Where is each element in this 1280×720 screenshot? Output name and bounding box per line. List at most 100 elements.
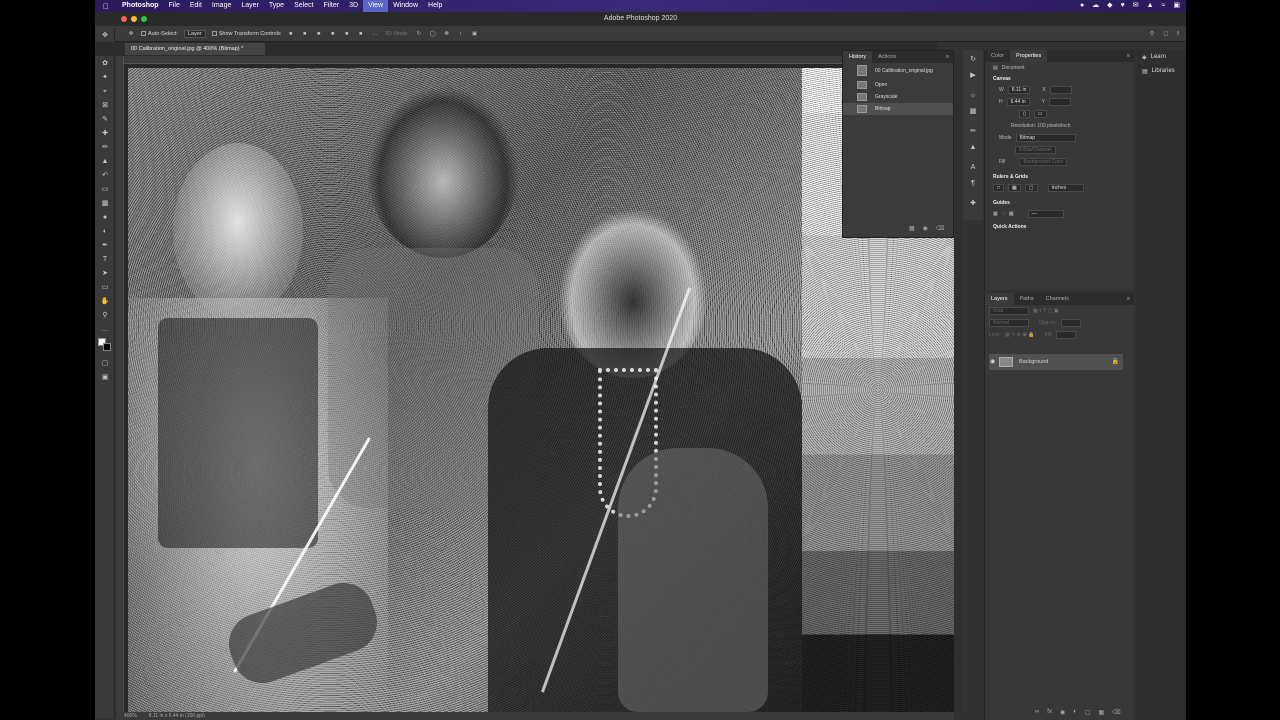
x-field[interactable] [1049,86,1072,94]
crop-tool-icon[interactable]: ⌖ [99,86,111,98]
healing-brush-icon[interactable]: ✚ [99,128,111,140]
y-field[interactable] [1048,98,1071,106]
menu-filter[interactable]: Filter [319,0,345,12]
clone-stamp-icon[interactable]: ▲ [99,156,111,168]
eraser-tool-icon[interactable]: ▭ [99,184,111,196]
bitmap-photo[interactable] [128,68,802,712]
adjustments-icon[interactable]: ☼ [967,90,979,102]
link-layers-icon[interactable]: ∞ [1035,709,1039,716]
zoom-level[interactable]: 400% [124,712,137,720]
trash-icon[interactable]: ⌫ [936,225,944,232]
tab-paths[interactable]: Paths [1014,293,1040,305]
vertical-scrollbar[interactable] [954,56,962,712]
character-icon[interactable]: A [967,162,979,174]
fill-dropdown[interactable]: Background Color [1019,158,1068,166]
actions-panel-icon[interactable]: ▶ [967,70,979,82]
eyedropper-tool-icon[interactable]: ✎ [99,114,111,126]
history-step-open[interactable]: Open [843,79,953,91]
quick-select-tool-icon[interactable]: ✦ [99,72,111,84]
opacity-field[interactable] [1061,319,1082,327]
panel-menu-icon[interactable]: ≡ [1127,53,1134,59]
history-snapshot[interactable]: 00 Calibration_original.jpg [843,63,953,79]
landscape-icon[interactable]: ▭ [1033,110,1047,118]
history-step-bitmap[interactable]: Bitmap [843,103,953,115]
brush-settings-icon[interactable]: ✏ [967,126,979,138]
gradient-tool-icon[interactable]: ▩ [99,198,111,210]
portrait-icon[interactable]: ▯ [1019,110,1030,118]
dodge-tool-icon[interactable]: ◐ [99,226,111,238]
learn-panel-button[interactable]: ◈ Learn [1136,50,1186,64]
move-tool-icon[interactable]: ✥ [99,30,111,42]
align-top-icon[interactable]: ■ [287,31,295,37]
eye-icon[interactable]: ◉ [990,354,995,370]
menu-3d[interactable]: 3D [344,0,363,12]
document-size-info[interactable]: 8.11 in x 6.44 in (100 ppi) [149,712,205,720]
history-panel-icon[interactable]: ↻ [967,54,979,66]
frame-tool-icon[interactable]: ⊠ [99,100,111,112]
dropbox-icon[interactable]: ◆ [1107,0,1112,12]
mail-icon[interactable]: ✉ [1133,0,1139,12]
creative-cloud-icon[interactable]: ☁ [1092,0,1099,12]
zoom-window-button[interactable] [141,16,147,22]
menu-help[interactable]: Help [423,0,447,12]
menu-type[interactable]: Type [264,0,289,12]
wifi-icon[interactable]: ≈ [1162,0,1166,12]
menu-edit[interactable]: Edit [185,0,207,12]
blend-mode-dropdown[interactable]: Normal [989,319,1029,327]
apple-icon[interactable]:  [95,2,117,11]
blur-tool-icon[interactable]: ● [99,212,111,224]
search-icon[interactable]: ⚲ [1148,31,1156,37]
fx-icon[interactable]: fx [1047,709,1052,716]
width-field[interactable]: 8.11 in [1007,86,1031,94]
guide-layout-icon[interactable]: ▩ [1009,208,1014,220]
share-icon[interactable]: ⇧ [1174,31,1182,37]
paragraph-icon[interactable]: ¶ [967,178,979,190]
ruler-icon[interactable]: □ [993,184,1005,192]
background-color-swatch[interactable] [103,343,111,351]
guide-color-dropdown[interactable]: — [1027,210,1064,218]
3d-drag-icon[interactable]: ✥ [443,31,451,37]
brush-tool-icon[interactable]: ✏ [99,142,111,154]
canvas-section[interactable]: Canvas [985,74,1134,84]
guides-icon[interactable]: ▢ [1024,184,1038,192]
vertical-ruler[interactable] [116,56,124,712]
menu-window[interactable]: Window [388,0,423,12]
tab-channels[interactable]: Channels [1040,293,1075,305]
fill-field[interactable] [1056,331,1077,339]
type-tool-icon[interactable]: T [99,254,111,266]
menu-app[interactable]: Photoshop [117,0,164,12]
filter-icons[interactable]: ▦ ◐ T ▢ ▣ [1033,305,1059,317]
add-mask-icon[interactable]: ◉ [1060,709,1065,716]
screen-mode-icon[interactable]: ▣ [99,372,111,384]
bit-depth-dropdown[interactable]: 8 Bits/Channel [985,144,1134,156]
move-tool-icon[interactable]: ✥ [127,31,135,37]
record-icon[interactable]: ● [1080,0,1084,12]
hand-tool-icon[interactable]: ✋ [99,296,111,308]
new-group-icon[interactable]: ▢ [1085,709,1091,716]
edit-toolbar-icon[interactable]: … [99,324,111,336]
tab-layers[interactable]: Layers [985,293,1014,305]
menu-layer[interactable]: Layer [236,0,264,12]
lock-icons[interactable]: ▦ ✎ ✥ ▣ 🔒 [1005,329,1035,341]
align-left-icon[interactable]: ■ [329,31,337,37]
transform-controls-checkbox[interactable]: Show Transform Controls [211,31,281,37]
new-layer-icon[interactable]: ▦ [1099,709,1105,716]
zoom-tool-icon[interactable]: ⚲ [99,310,111,322]
lock-icon[interactable]: 🔒 [1112,354,1119,370]
panel-menu-icon[interactable]: ≡ [1127,296,1134,302]
menu-select[interactable]: Select [289,0,318,12]
menu-view[interactable]: View [363,0,389,12]
libraries-panel-button[interactable]: ▤ Libraries [1136,64,1186,78]
3d-scale-icon[interactable]: ▣ [471,31,479,37]
path-select-icon[interactable]: ➤ [99,268,111,280]
tab-color[interactable]: Color [985,50,1010,62]
heart-icon[interactable]: ♥ [1121,0,1125,12]
align-middle-icon[interactable]: ■ [301,31,309,37]
units-dropdown[interactable]: Inches [1047,184,1084,192]
guide-grid-icon[interactable]: ▦ [993,208,998,220]
guides-section[interactable]: Guides [985,198,1134,208]
pen-tool-icon[interactable]: ✒ [99,240,111,252]
height-field[interactable]: 6.44 in [1006,98,1030,106]
snapshot-camera-icon[interactable]: ◉ [923,225,928,232]
history-brush-icon[interactable]: ↶ [99,170,111,182]
